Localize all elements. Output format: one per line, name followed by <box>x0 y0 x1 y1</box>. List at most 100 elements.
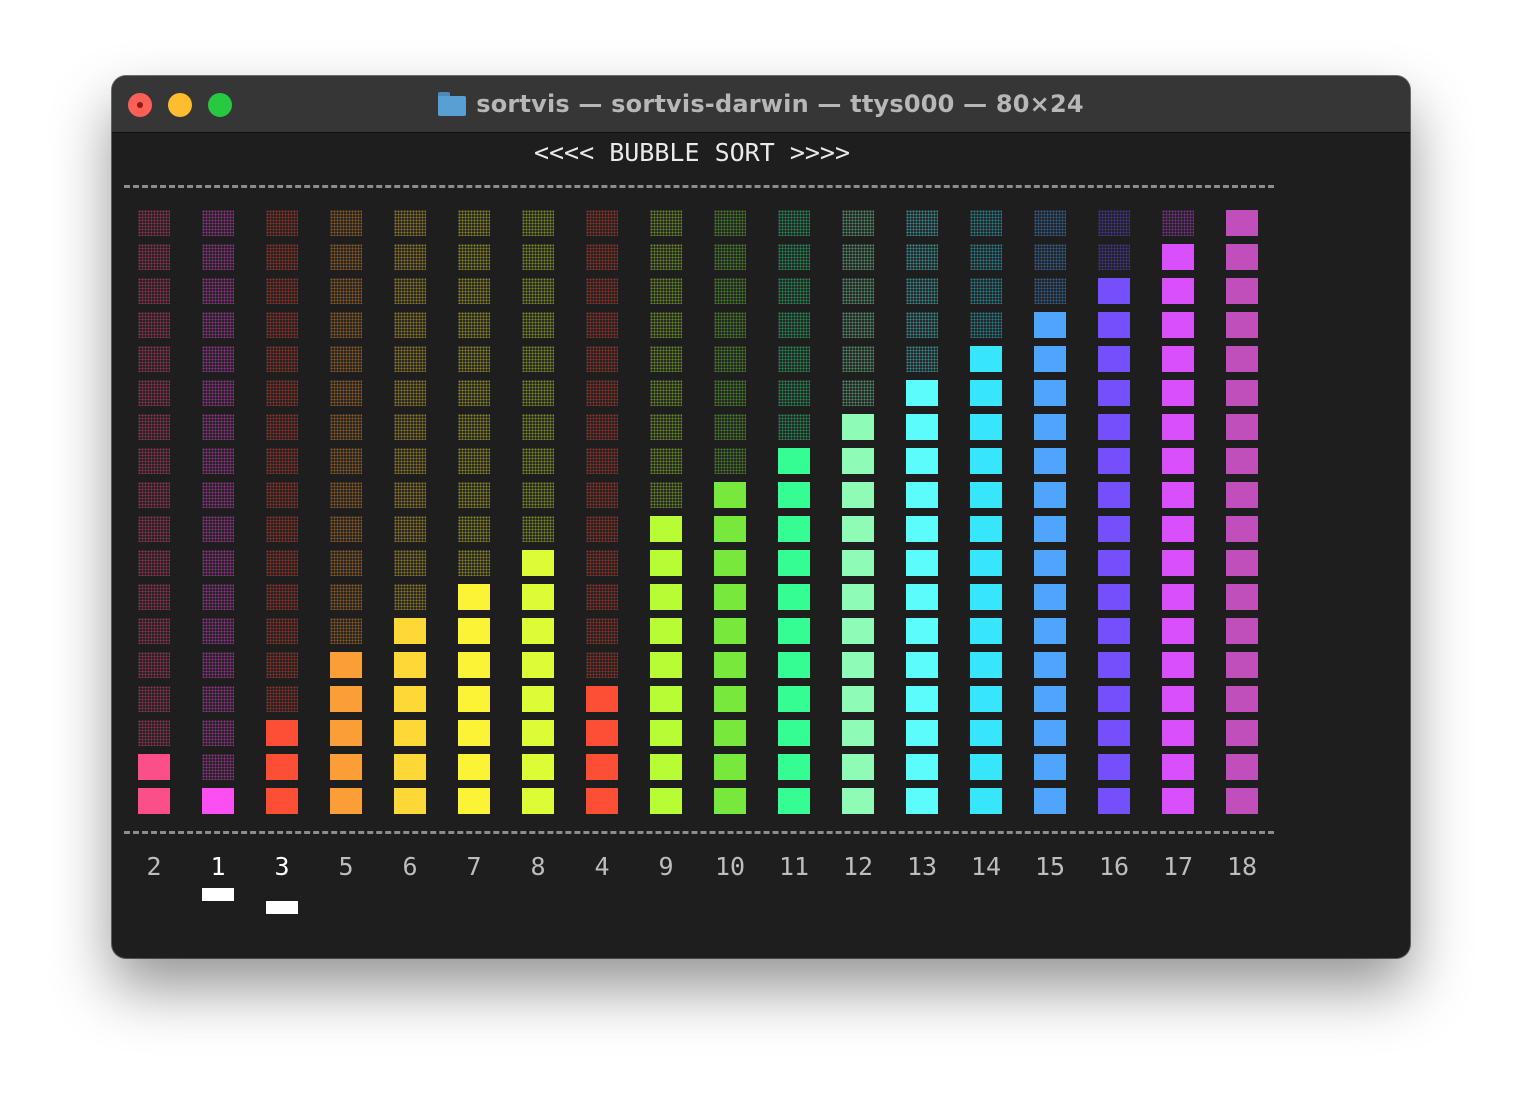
bar-cell <box>1162 312 1194 338</box>
bar-cell <box>394 720 426 746</box>
divider-bottom <box>124 831 1274 834</box>
bar-cell-empty <box>1098 210 1130 236</box>
bar-cell <box>1034 550 1066 576</box>
bar-cell-empty <box>906 244 938 270</box>
bar-value-label: 15 <box>1034 852 1066 881</box>
bar-cell <box>1098 482 1130 508</box>
bar-cell-empty <box>522 380 554 406</box>
bar-cell <box>650 584 682 610</box>
bar-cell-empty <box>266 244 298 270</box>
bar-cell <box>330 720 362 746</box>
bar-cell-empty <box>394 210 426 236</box>
bar-cell-empty <box>586 618 618 644</box>
bar-cell-empty <box>202 652 234 678</box>
bar-cell-empty <box>1162 210 1194 236</box>
bar-cell <box>970 754 1002 780</box>
bar-cell-empty <box>970 210 1002 236</box>
bar-cell <box>1226 516 1258 542</box>
bar-cell <box>330 686 362 712</box>
bar-cell-empty <box>458 448 490 474</box>
bar-cell-empty <box>522 516 554 542</box>
bar-cell <box>650 788 682 814</box>
terminal-window: sortvis — sortvis-darwin — ttys000 — 80×… <box>112 76 1410 958</box>
bar-cell-empty <box>778 278 810 304</box>
bar-cell-empty <box>394 380 426 406</box>
bar-cell-empty <box>458 278 490 304</box>
bar-cell-empty <box>458 210 490 236</box>
bar-cell-empty <box>650 244 682 270</box>
bar-cell-empty <box>202 448 234 474</box>
bar-value-label: 8 <box>530 852 546 881</box>
bar-cell-empty <box>138 244 170 270</box>
bar-cell-empty <box>714 414 746 440</box>
bar-cell-empty <box>266 550 298 576</box>
bar-cell-empty <box>394 516 426 542</box>
bar-cell-empty <box>842 346 874 372</box>
bar-cell-empty <box>202 720 234 746</box>
bar-cell <box>330 788 362 814</box>
bar-cell <box>1226 720 1258 746</box>
bar-cell <box>1226 210 1258 236</box>
bar-cell <box>266 788 298 814</box>
bar-cell-empty <box>458 550 490 576</box>
bar-cell-empty <box>138 720 170 746</box>
bar-cell-empty <box>650 448 682 474</box>
bar-cell <box>522 686 554 712</box>
bar-cell <box>1098 686 1130 712</box>
bar-cell <box>1226 380 1258 406</box>
bar-cell <box>906 482 938 508</box>
bar-cell <box>842 414 874 440</box>
bar-cell-empty <box>522 346 554 372</box>
bar-cell <box>458 686 490 712</box>
bar-cell <box>778 448 810 474</box>
bar-cell <box>1034 414 1066 440</box>
bar-cell-empty <box>778 244 810 270</box>
bar-cell <box>1162 720 1194 746</box>
bar-cell <box>394 788 426 814</box>
bar-cell <box>778 686 810 712</box>
bar-cell <box>1098 414 1130 440</box>
bar-cell-empty <box>202 686 234 712</box>
bar-cell <box>778 788 810 814</box>
bar-value-label: 14 <box>970 852 1002 881</box>
bar-cell-empty <box>138 312 170 338</box>
bar-cell <box>1162 652 1194 678</box>
bar-cell-empty <box>138 686 170 712</box>
bar-value-label: 12 <box>842 852 874 881</box>
bar-cell <box>778 652 810 678</box>
bar-cell-empty <box>586 210 618 236</box>
bar-cell-empty <box>266 414 298 440</box>
bar-cell-empty <box>906 312 938 338</box>
bar-cell <box>906 652 938 678</box>
bar-cell <box>842 754 874 780</box>
bar-cell-empty <box>522 482 554 508</box>
bar-cell <box>1098 448 1130 474</box>
bar-cell-empty <box>394 550 426 576</box>
bar-cell-empty <box>138 448 170 474</box>
bar-cell-empty <box>586 448 618 474</box>
bar-cell <box>1226 686 1258 712</box>
bar-cell-empty <box>138 618 170 644</box>
bar-cell-empty <box>714 244 746 270</box>
bar-cell-empty <box>778 312 810 338</box>
bar-cell <box>1226 652 1258 678</box>
bar-cell-empty <box>394 278 426 304</box>
bar-cell-empty <box>266 584 298 610</box>
bar-cell <box>522 788 554 814</box>
bar-cell <box>970 346 1002 372</box>
bar-value-label: 5 <box>338 852 354 881</box>
bar-cell <box>1226 618 1258 644</box>
bar-cell-empty <box>202 516 234 542</box>
bar-cell-empty <box>778 346 810 372</box>
bar-cell <box>842 448 874 474</box>
bar-cell <box>778 618 810 644</box>
bar-cell-empty <box>138 584 170 610</box>
bar-cell-empty <box>586 312 618 338</box>
bar-cell <box>970 380 1002 406</box>
bar-cell-empty <box>522 244 554 270</box>
bar-cell <box>1226 346 1258 372</box>
bar-value-label: 10 <box>714 852 746 881</box>
bar-cell-empty <box>266 686 298 712</box>
bar-cell <box>522 754 554 780</box>
bar-cell-empty <box>330 244 362 270</box>
